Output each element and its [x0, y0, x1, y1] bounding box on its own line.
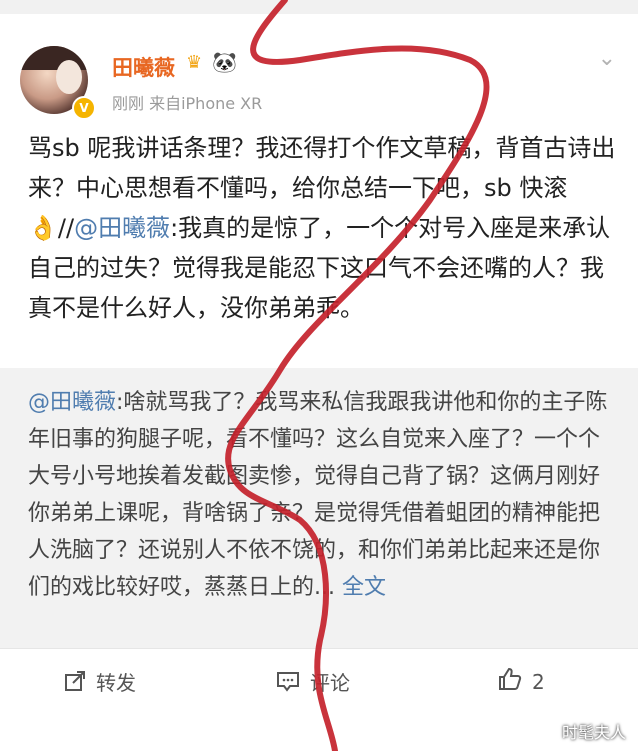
post-content: 骂sb 呢我讲话条理？我还得打个作文草稿，背首古诗出来？中心思想看不懂吗，给你总…: [28, 128, 618, 328]
post-mention[interactable]: @田曦薇: [74, 214, 170, 242]
repost-block[interactable]: @田曦薇:啥就骂我了？我骂来私信我跟我讲他和你的主子陈年旧事的狗腿子呢，看不懂吗…: [0, 368, 638, 648]
repost-mention[interactable]: @田曦薇: [28, 390, 116, 415]
top-strip: [0, 0, 638, 14]
comment-label: 评论: [310, 671, 350, 695]
full-text-link[interactable]: 全文: [342, 575, 386, 600]
panda-icon: 🐼: [212, 50, 237, 74]
share-icon: [64, 670, 86, 698]
like-button[interactable]: 2: [498, 667, 545, 697]
repost-text: @田曦薇:啥就骂我了？我骂来私信我跟我讲他和你的主子陈年旧事的狗腿子呢，看不懂吗…: [28, 384, 610, 606]
chevron-down-icon[interactable]: ⌄: [598, 46, 616, 71]
verified-badge-icon: V: [72, 96, 96, 120]
repost-label: 转发: [96, 671, 136, 695]
comment-icon: [276, 670, 300, 698]
comment-button[interactable]: 评论: [276, 667, 350, 698]
repost-body: :啥就骂我了？我骂来私信我跟我讲他和你的主子陈年旧事的狗腿子呢，看不懂吗？这么自…: [28, 390, 608, 600]
like-count: 2: [532, 670, 545, 694]
watermark: 时髦夫人: [561, 723, 626, 742]
action-bar: 转发 评论 2: [0, 648, 638, 719]
post-meta: 刚刚 来自iPhone XR: [112, 94, 263, 113]
crown-icon: ♛: [186, 52, 203, 73]
username[interactable]: 田曦薇: [112, 52, 175, 82]
repost-button[interactable]: 转发: [64, 667, 136, 698]
thumbs-up-icon: [498, 667, 522, 697]
post-header: V 田曦薇 ♛ 🐼 刚刚 来自iPhone XR ⌄: [20, 36, 620, 120]
weibo-post: V 田曦薇 ♛ 🐼 刚刚 来自iPhone XR ⌄ 骂sb 呢我讲话条理？我还…: [0, 0, 638, 751]
avatar-face: [56, 60, 82, 94]
